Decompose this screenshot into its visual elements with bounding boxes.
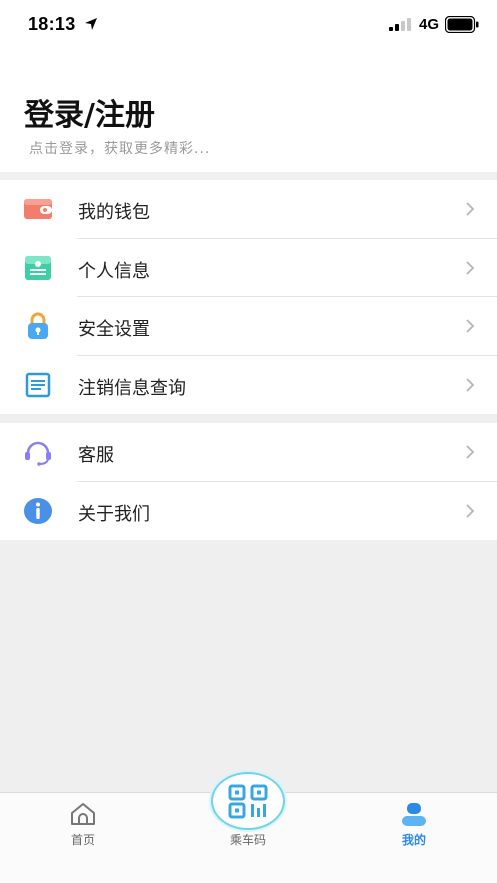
- menu-label: 安全设置: [78, 319, 150, 340]
- document-icon: [25, 372, 51, 397]
- lock-icon: [28, 312, 48, 339]
- menu-label: 客服: [78, 445, 114, 466]
- menu-group-support: 客服 关于我们: [0, 423, 497, 540]
- menu-item-wallet[interactable]: 我的钱包: [0, 180, 497, 239]
- menu-item-deregistration-query[interactable]: 注销信息查询: [0, 356, 497, 415]
- wallet-icon: [24, 199, 52, 219]
- info-icon: [24, 497, 52, 524]
- page-subtitle: 点击登录，获取更多精彩...: [29, 141, 211, 157]
- user-icon: [402, 803, 426, 826]
- menu-label: 注销信息查询: [78, 377, 186, 399]
- chevron-right-icon: [466, 445, 475, 459]
- battery-icon: [445, 16, 479, 33]
- qr-code-icon: [228, 784, 268, 819]
- signal-icon: [389, 18, 411, 31]
- tab-label: 我的: [401, 833, 426, 847]
- location-arrow-icon: [85, 18, 97, 30]
- tab-label: 首页: [70, 833, 95, 847]
- ride-code-button[interactable]: [211, 772, 285, 830]
- network-type: 4G: [419, 16, 440, 33]
- chevron-right-icon: [466, 202, 475, 216]
- chevron-right-icon: [466, 319, 475, 333]
- id-card-icon: [25, 255, 51, 280]
- menu-label: 我的钱包: [78, 202, 150, 223]
- menu-label: 个人信息: [78, 260, 150, 282]
- menu-item-customer-service[interactable]: 客服: [0, 423, 497, 482]
- page-title[interactable]: 登录/注册: [24, 90, 155, 134]
- tab-label: 乘车码: [229, 833, 266, 847]
- status-bar: 18:13 4G: [0, 0, 497, 50]
- status-time: 18:13: [28, 14, 76, 34]
- tab-mine[interactable]: 我的: [364, 793, 464, 853]
- menu-group-account: 我的钱包 个人信息 安全设置 注销信息查询: [0, 180, 497, 414]
- headset-icon: [25, 441, 51, 466]
- login-header[interactable]: 登录/注册 点击登录，获取更多精彩...: [0, 50, 497, 172]
- chevron-right-icon: [466, 503, 475, 518]
- menu-item-personal-info[interactable]: 个人信息: [0, 239, 497, 297]
- menu-item-security[interactable]: 安全设置: [0, 297, 497, 356]
- home-icon: [71, 803, 95, 825]
- chevron-right-icon: [466, 260, 475, 275]
- menu-item-about-us[interactable]: 关于我们: [0, 482, 497, 541]
- chevron-right-icon: [466, 377, 475, 392]
- menu-label: 关于我们: [78, 503, 150, 525]
- tab-home[interactable]: 首页: [33, 793, 133, 853]
